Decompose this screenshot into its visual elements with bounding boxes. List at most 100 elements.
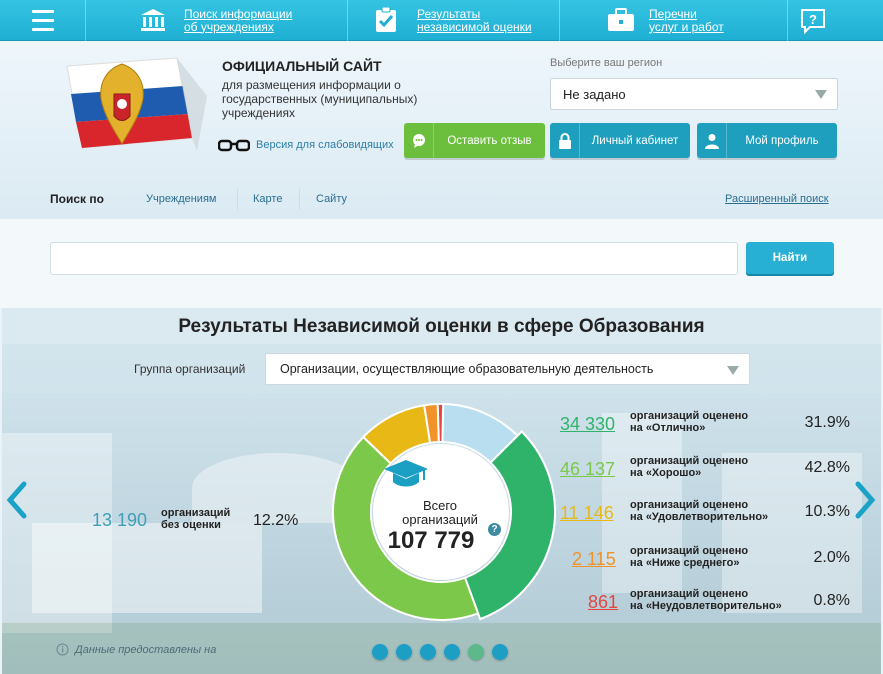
rating-label-line: организаций оценено [630, 455, 749, 467]
divider [237, 188, 238, 210]
profile-button[interactable]: Мой профиль [697, 123, 837, 158]
total-label: Всего организаций [380, 499, 500, 527]
cabinet-button[interactable]: Личный кабинет [550, 123, 690, 158]
menu-button[interactable] [0, 0, 86, 41]
nav-item-results[interactable]: Результаты независимой оценки [348, 0, 560, 41]
help-button[interactable]: ? [788, 0, 883, 41]
cabinet-label: Личный кабинет [591, 134, 679, 147]
unrated-percent: 12.2% [253, 512, 299, 529]
rating-label: организаций оценено на «Неудовлетворитель… [630, 588, 782, 612]
feedback-button[interactable]: Оставить отзыв [404, 123, 545, 158]
rating-row: 11 146 организаций оценено на «Удовлетвори… [560, 499, 860, 529]
low-vision-link[interactable]: Версия для слабовидящих [218, 138, 394, 152]
group-label: Группа организаций [134, 362, 246, 376]
profile-label: Мой профиль [745, 134, 819, 147]
advanced-search-link[interactable]: Расширенный поиск [725, 193, 829, 205]
nav-label: независимой оценки [417, 19, 532, 34]
nav-label: Поиск информации [184, 6, 293, 21]
low-vision-label: Версия для слабовидящих [256, 139, 394, 151]
nav-label: услуг и работ [649, 19, 724, 34]
nav-label: об учреждениях [184, 19, 274, 34]
site-title: ОФИЦИАЛЬНЫЙ САЙТ [222, 58, 382, 74]
rating-row: 46 137 организаций оценено на «Хорошо» 42.8… [560, 455, 860, 485]
chevron-down-icon [815, 90, 827, 99]
rating-row: 34 330 организаций оценено на «Отлично» 31.… [560, 410, 860, 440]
menu-icon-bar [31, 28, 54, 31]
prev-slide-arrow[interactable] [5, 480, 29, 520]
rating-label: организаций оценено на «Удовлетворительно… [630, 499, 768, 523]
nav-item-institutions[interactable]: Поиск информации об учреждениях [86, 0, 348, 41]
group-select[interactable]: Организации, осуществляющие образователь… [265, 353, 750, 385]
rating-percent: 42.8% [804, 459, 850, 476]
comment-icon [404, 123, 434, 158]
rating-label: организаций оценено на «Ниже среднего» [630, 545, 748, 569]
rating-percent: 31.9% [804, 414, 850, 431]
rating-count-link[interactable]: 34 330 [560, 414, 615, 435]
menu-icon-bar [31, 19, 54, 22]
donut-slice[interactable] [436, 403, 445, 444]
rating-label-line: организаций оценено [630, 410, 749, 422]
search-input[interactable] [50, 242, 738, 275]
unrated-label: организаций без оценки [161, 507, 230, 531]
checklist-icon [376, 7, 396, 32]
graduation-cap-icon [384, 460, 428, 487]
rating-label-line: на «Ниже среднего» [630, 557, 740, 569]
unrated-label-line: организаций [161, 507, 231, 519]
search-button[interactable]: Найти [746, 242, 834, 274]
menu-icon-bar [31, 10, 54, 13]
rating-count-link[interactable]: 46 137 [560, 459, 615, 480]
help-chat-icon: ? [800, 8, 825, 34]
slide-pagination [372, 644, 508, 660]
coat-of-arms-flag-logo[interactable] [57, 56, 207, 151]
nav-item-services[interactable]: Перечни услуг и работ [560, 0, 788, 41]
search-by-label: Поиск по [50, 192, 104, 206]
slide-dot[interactable] [420, 644, 436, 660]
group-value: Организации, осуществляющие образователь… [280, 362, 654, 376]
nav-label: Результаты [417, 6, 481, 21]
slide-dot[interactable] [468, 644, 484, 660]
total-label-line: организаций [402, 512, 478, 527]
slide-dot[interactable] [492, 644, 508, 660]
tab-site[interactable]: Сайту [316, 193, 347, 205]
briefcase-icon [608, 8, 634, 31]
rating-label-line: на «Хорошо» [630, 467, 702, 479]
slide-dot[interactable] [396, 644, 412, 660]
user-icon [697, 123, 727, 158]
rating-count-link[interactable]: 11 146 [560, 503, 614, 524]
region-value: Не задано [563, 87, 626, 102]
region-select[interactable]: Не задано [550, 78, 838, 110]
lock-icon [550, 123, 580, 158]
slide-dot[interactable] [372, 644, 388, 660]
rating-percent: 0.8% [813, 592, 850, 609]
results-title: Результаты Независимой оценки в сфере Об… [178, 316, 705, 337]
rating-label-line: на «Удовлетворительно» [630, 511, 769, 523]
region-label: Выберите ваш регион [550, 57, 663, 69]
slide-dot[interactable] [444, 644, 460, 660]
rating-label-line: организаций оценено [630, 588, 749, 600]
tab-institutions[interactable]: Учреждениям [146, 193, 216, 205]
rating-label-line: на «Неудовлетворительно» [630, 600, 782, 612]
rating-label-line: на «Отлично» [630, 422, 706, 434]
total-count: 107 779 [387, 527, 475, 554]
help-icon[interactable]: ? [488, 523, 501, 536]
rating-row: 2 115 организаций оценено на «Ниже среднег… [560, 545, 860, 575]
rating-row: 861 организаций оценено на «Неудовлетворит… [560, 588, 860, 618]
rating-label: организаций оценено на «Хорошо» [630, 455, 748, 479]
chevron-down-icon [727, 366, 739, 375]
unrated-count: 13 190 [92, 510, 148, 530]
rating-percent: 10.3% [804, 503, 850, 520]
nav-label: Перечни [649, 6, 697, 21]
info-icon [56, 643, 69, 656]
svg-text:?: ? [809, 12, 817, 27]
rating-count-link[interactable]: 861 [588, 592, 618, 613]
unrated-label-line: без оценки [161, 519, 221, 531]
rating-label-line: организаций оценено [630, 499, 749, 511]
top-nav: Поиск информации об учреждениях Результа… [0, 0, 883, 41]
glasses-icon [218, 139, 250, 152]
feedback-label: Оставить отзыв [447, 134, 532, 147]
data-source-label: Данные предоставлены на [75, 643, 217, 656]
tab-map[interactable]: Карте [253, 193, 282, 205]
data-source-note: Данные предоставлены на [56, 643, 216, 656]
divider [299, 188, 300, 210]
rating-count-link[interactable]: 2 115 [572, 549, 616, 570]
